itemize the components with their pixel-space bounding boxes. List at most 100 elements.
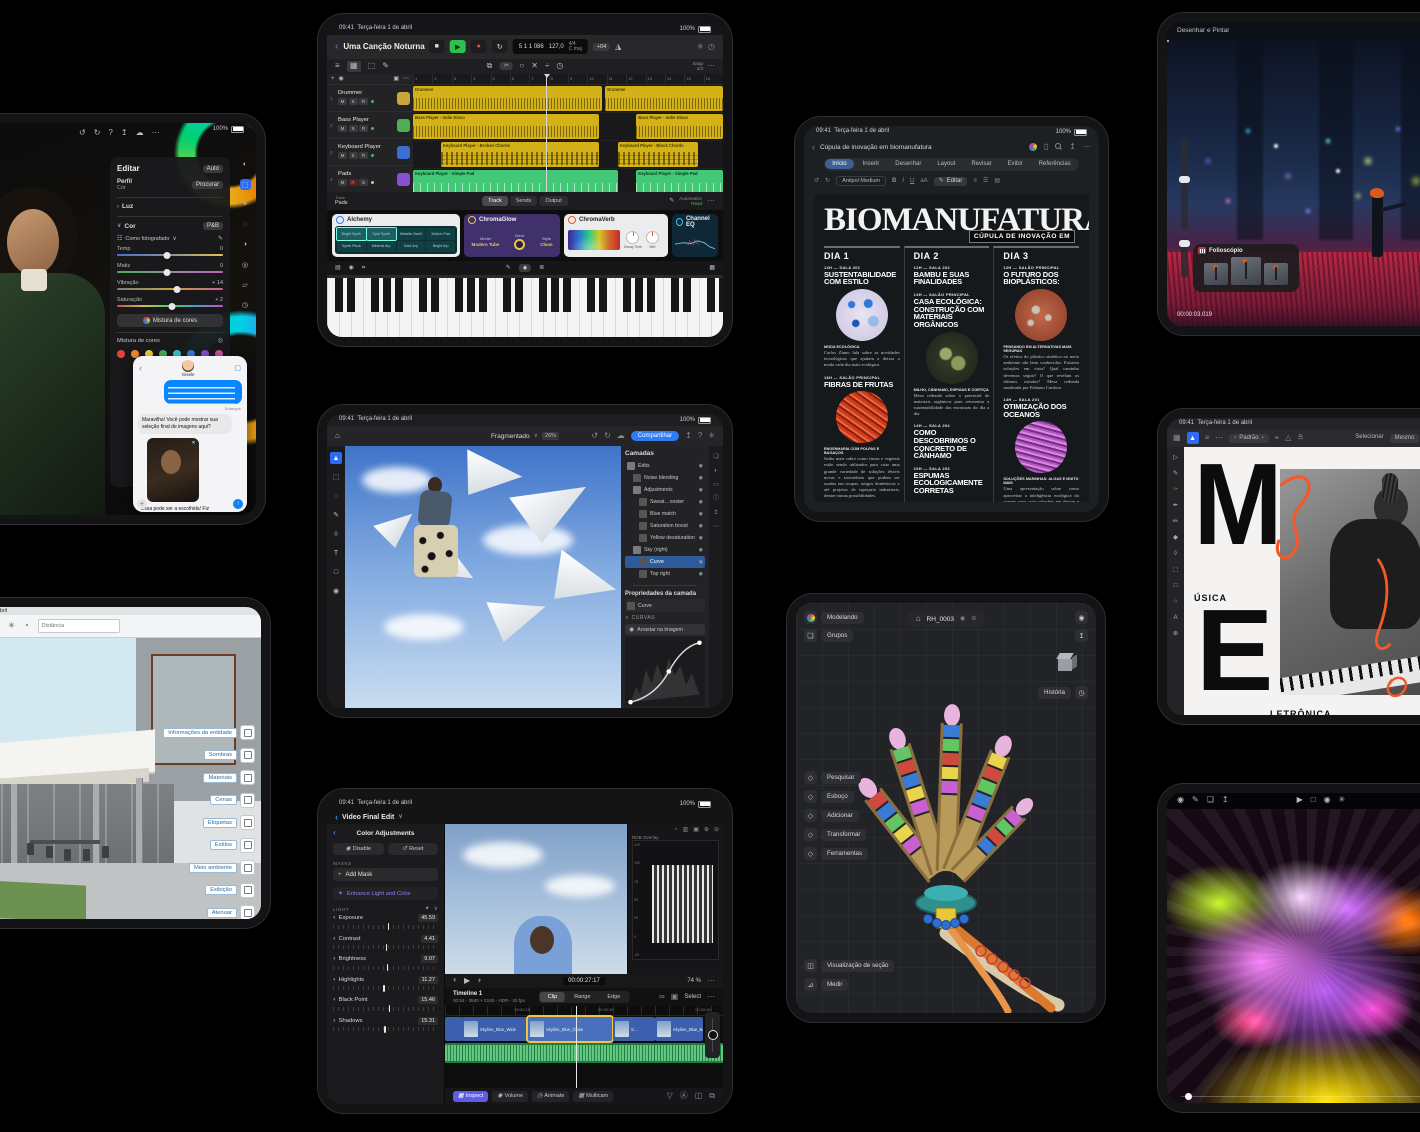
tool-row[interactable]: ◇ Adicionar [804, 809, 868, 822]
slider-knob[interactable] [388, 923, 390, 930]
song-title[interactable]: Uma Canção Noturna [343, 42, 424, 51]
visibility-icon[interactable]: ◉ [960, 616, 965, 622]
indent-icon[interactable]: ▤ [994, 178, 1000, 184]
settings-icon[interactable]: ✳ [697, 43, 704, 51]
color-slider[interactable]: ◐Black Point 15.46 [333, 996, 438, 1011]
panel-divider[interactable] [633, 582, 697, 586]
ribbon-tab[interactable]: Desenhar [888, 159, 928, 169]
mute-button[interactable]: M [338, 152, 347, 159]
plugin-chromaglow[interactable]: ChromaGlow Model Modern Tube Drive Style… [464, 214, 560, 257]
playhead[interactable] [546, 74, 547, 192]
power-icon[interactable] [568, 216, 576, 224]
masking-icon[interactable]: ◑ [240, 239, 251, 250]
italic-button[interactable]: I [902, 178, 904, 184]
panel-icon[interactable] [240, 748, 255, 763]
split-tool-icon[interactable]: ÷ [545, 62, 549, 70]
panel-shortcut[interactable]: Estilos [210, 838, 255, 853]
tool-row[interactable]: ◇ Pesquisar [804, 771, 868, 784]
pen-icon[interactable]: ✒ [1171, 500, 1181, 510]
loop-tool-icon[interactable]: ○ [519, 62, 524, 70]
connect-icon[interactable]: ∞ [659, 993, 665, 1001]
copy-icon[interactable]: ⧉ [487, 62, 493, 70]
drummer-lane[interactable]: Drummer Drummer [413, 85, 723, 113]
ribbon-tab[interactable]: Inserir [856, 159, 887, 169]
scope-type-icon[interactable]: ▥ [683, 827, 689, 833]
enhance-button[interactable]: ✦ Enhance Light and Color [333, 887, 438, 900]
render-mode-icon[interactable] [804, 611, 817, 624]
alchemy-preset[interactable]: Dark Arp [397, 241, 426, 253]
color-slider[interactable]: ◐Exposure 45.59 [333, 914, 438, 929]
isolate-icon[interactable]: ⊖ [971, 616, 976, 622]
measurement-input[interactable] [38, 619, 120, 633]
crop-icon[interactable]: ⬚ [240, 179, 251, 190]
alchemy-preset[interactable]: Synth Pluck [337, 241, 366, 253]
ruler-bar-number[interactable]: 4 [471, 74, 490, 84]
chevron-down-icon[interactable]: ∨ [434, 906, 438, 912]
tool-icon[interactable]: ◇ [804, 790, 817, 803]
adjustment-slider[interactable]: Matiz 0 [117, 263, 223, 273]
ruler-bar-number[interactable]: 13 [646, 74, 665, 84]
more-icon[interactable]: ⋯ [152, 129, 160, 137]
pencil-icon[interactable]: ✎ [382, 62, 389, 70]
slider-knob[interactable] [169, 303, 176, 310]
power-icon[interactable] [676, 218, 683, 226]
record-button[interactable]: ● [471, 40, 487, 53]
measure-icon[interactable]: ⊿ [804, 978, 817, 991]
back-icon[interactable]: ‹ [139, 364, 142, 373]
ribbon-tab[interactable]: Exibir [1001, 159, 1030, 169]
panel-icon[interactable] [240, 725, 255, 740]
scrubber-handle[interactable] [1185, 1093, 1192, 1100]
mode-clip[interactable]: Clip [540, 992, 565, 1002]
ruler-bar-number[interactable]: 10 [587, 74, 606, 84]
account-icon[interactable]: ◉ [1075, 611, 1088, 624]
adjustment-slider[interactable]: Saturação + 2 [117, 297, 223, 307]
scope-layout-icon[interactable]: ▣ [693, 827, 699, 833]
document-name[interactable]: Fragmentado [491, 433, 530, 440]
document-title[interactable]: Cúpula de inovação em biomanufatura [820, 144, 932, 151]
frame-thumbnail[interactable] [1264, 263, 1288, 285]
decay-knob[interactable] [626, 231, 639, 244]
modeling-mode[interactable]: Modelando [821, 612, 864, 624]
play-icon[interactable]: ▶ [1297, 796, 1303, 804]
tab-track[interactable]: Track [482, 196, 508, 206]
pencil-icon[interactable]: ✎ [506, 264, 511, 272]
visibility-eye-icon[interactable]: ◉ [699, 547, 703, 553]
photo-attachment[interactable]: ✕ [147, 438, 199, 502]
record-enable-button[interactable]: R [359, 125, 368, 132]
edit-mode-button[interactable]: ✎ Editar [934, 177, 968, 186]
zoom-icon[interactable]: ⊕ [1171, 628, 1181, 638]
zoom-plus-icon[interactable]: ⊕ [704, 827, 709, 833]
slider-track[interactable] [333, 1007, 438, 1011]
share-icon[interactable]: ↥ [1222, 796, 1229, 804]
mode-edge[interactable]: Edge [599, 992, 628, 1002]
scope-settings-icon[interactable]: ◔ [674, 827, 678, 833]
underline-button[interactable]: U [910, 178, 914, 184]
visibility-eye-icon[interactable]: ◉ [699, 535, 703, 541]
align-icon[interactable]: ≡ [973, 178, 977, 184]
wet-knob[interactable] [646, 231, 659, 244]
color-dot[interactable] [117, 350, 125, 358]
eyedropper-tool-icon[interactable]: ◉ [330, 585, 342, 597]
layer-row[interactable]: Edits ◉ [625, 460, 705, 472]
color-slider[interactable]: ◐Shadows 15.31 [333, 1017, 438, 1032]
home-icon[interactable]: ⌂ [916, 615, 921, 623]
node-tool-icon[interactable]: ▷ [1171, 452, 1181, 462]
select-menu[interactable]: Select [684, 994, 701, 1000]
midi-region[interactable]: Keyboard Player - Broken Chords [441, 142, 599, 167]
mic-icon[interactable]: ◉ [349, 265, 354, 271]
layer-row[interactable]: Blue match ◉ [625, 508, 705, 520]
ribbon-tab[interactable]: Início [825, 159, 853, 169]
audio-region[interactable]: Bass Player - Indie Disco [636, 114, 723, 139]
panel-shortcut[interactable]: Sombras [204, 748, 255, 763]
color-slider[interactable]: ◐Highlights 11.27 [333, 976, 438, 991]
notifications-icon[interactable]: ◔ [24, 622, 29, 630]
slider-track[interactable] [333, 925, 438, 929]
cycle-button[interactable]: ↻ [492, 40, 508, 53]
solo-button[interactable]: S [359, 179, 368, 186]
export-icon[interactable]: ↥ [713, 510, 718, 516]
panel-shortcut[interactable]: Atenuar [207, 905, 255, 919]
sample-on-image-button[interactable]: ◉ Arrastar na imagem [625, 624, 705, 635]
record-enable-button[interactable]: R [349, 179, 358, 186]
style-value[interactable]: Clean [540, 242, 552, 247]
video-clip-selected[interactable]: Skyline_Blue_Close [528, 1017, 612, 1041]
